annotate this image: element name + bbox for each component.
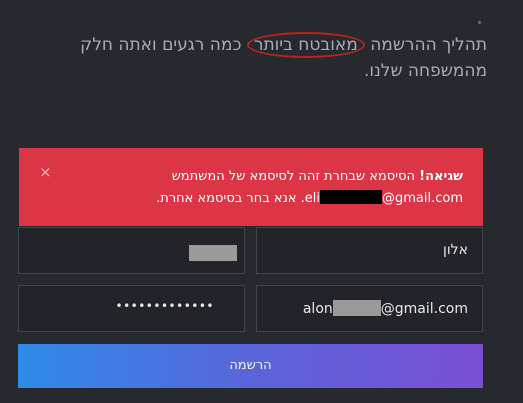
alert-email-prefix: eli — [304, 191, 320, 206]
close-icon[interactable]: × — [39, 165, 52, 180]
alert-email: eli @gmail.com — [304, 190, 463, 206]
decorative-dot — [478, 21, 481, 24]
email-domain: @gmail.com — [380, 301, 468, 317]
intro-part-1: תהליך ההרשמה — [370, 35, 487, 55]
alert-email-domain: @gmail.com — [381, 191, 463, 206]
error-alert: × שגיאה! הסיסמא שבחרת זהה לסיסמא של המשת… — [19, 148, 483, 226]
redacted-block — [332, 300, 381, 316]
alert-line-2: אנא בחר בסיסמא אחרת. — [156, 191, 297, 206]
redacted-block — [189, 245, 237, 261]
alert-line-1: הסיסמא שבחרת זהה לסיסמא של המשתמש — [171, 169, 416, 184]
email-prefix: alon — [302, 301, 333, 317]
intro-text: תהליך ההרשמה מאובטח ביותר כמה רגעים ואתה… — [17, 32, 487, 84]
password-input[interactable]: ••••••••••••• — [18, 285, 245, 332]
first-name-value: אלון — [443, 242, 468, 258]
alert-title: שגיאה! — [419, 169, 463, 184]
email-value: alon @gmail.com — [303, 300, 468, 317]
email-input[interactable]: alon @gmail.com — [256, 285, 483, 332]
last-name-input[interactable] — [18, 227, 245, 274]
intro-circled-phrase: מאובטח ביותר — [246, 32, 365, 58]
register-button[interactable]: הרשמה — [18, 344, 483, 388]
alert-message: שגיאה! הסיסמא שבחרת זהה לסיסמא של המשתמש… — [156, 169, 463, 206]
first-name-input[interactable]: אלון — [256, 227, 483, 274]
password-mask: ••••••••••••• — [115, 299, 214, 313]
redacted-block — [319, 190, 382, 204]
